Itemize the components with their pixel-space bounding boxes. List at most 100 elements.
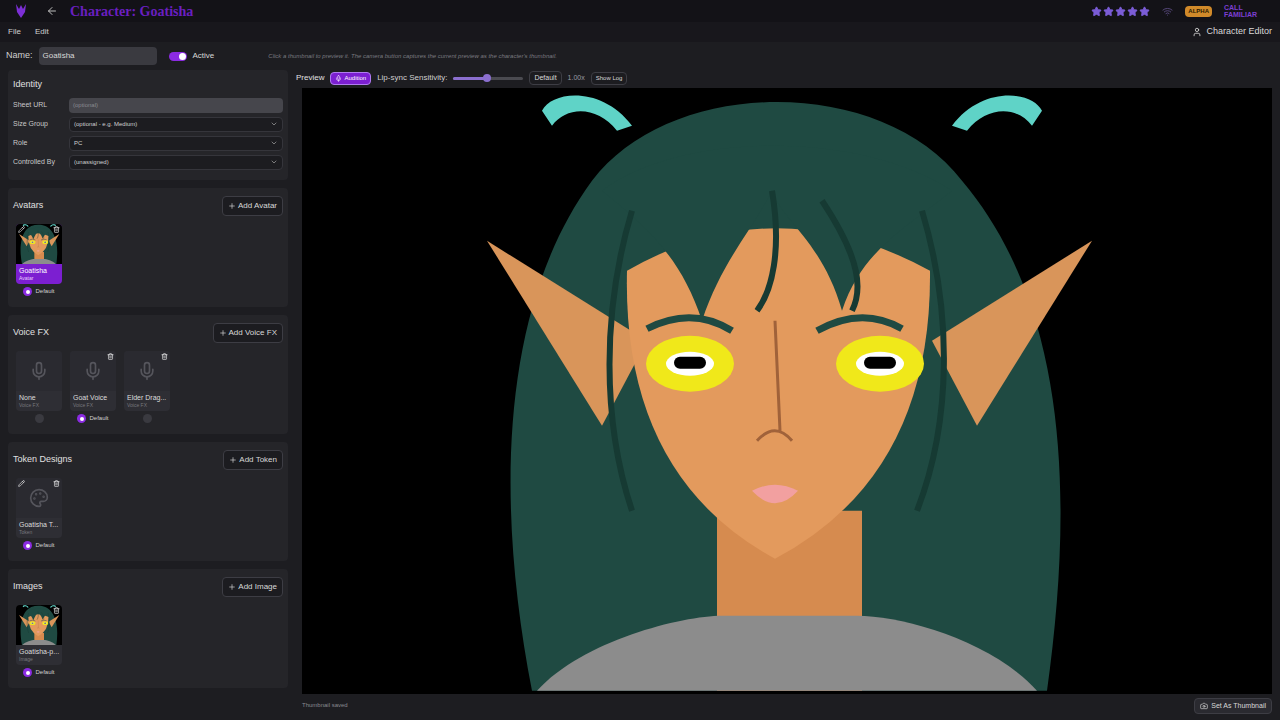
- add-button[interactable]: Add Avatar: [222, 196, 283, 216]
- add-button[interactable]: Add Image: [222, 577, 283, 597]
- delete-icon[interactable]: [161, 353, 168, 360]
- chevron-down-icon: [270, 158, 278, 166]
- star-icon: [1127, 6, 1138, 17]
- plus-icon: [229, 456, 237, 464]
- default-radio[interactable]: [35, 414, 44, 423]
- chevron-down-icon: [270, 139, 278, 147]
- default-label: Default: [35, 287, 54, 296]
- alpha-badge: ALPHA: [1185, 6, 1212, 17]
- asset-card[interactable]: Goat VoiceVoice FX Default: [70, 351, 116, 424]
- section-title: Token Designs: [13, 453, 72, 467]
- name-row: Name:GoatishaActiveClick a thumbnail to …: [0, 42, 1280, 70]
- identity-section: Identity Sheet URL(optional) Size Group(op…: [8, 70, 288, 180]
- select-field[interactable]: (unassigned): [69, 155, 283, 170]
- asset-name: Elder Drag...: [127, 393, 167, 402]
- set-thumbnail-button[interactable]: Set As Thumbnail: [1194, 698, 1272, 715]
- asset-section: Avatars Add Avatar GoatishaAvatar Default: [8, 188, 288, 307]
- asset-card[interactable]: GoatishaAvatar Default: [16, 224, 62, 297]
- section-title: Images: [13, 580, 43, 594]
- wifi-icon: [1162, 6, 1173, 17]
- default-button[interactable]: Default: [529, 71, 561, 86]
- character-portrait: [16, 605, 62, 645]
- microphone-icon: [335, 75, 342, 82]
- hint-text: Click a thumbnail to preview it. The cam…: [268, 52, 557, 61]
- app: Character: Goatisha ALPHA CALL FAMILIAR Fil…: [0, 0, 1280, 720]
- asset-name: Goatisha-p...: [19, 647, 59, 656]
- name-input[interactable]: Goatisha: [39, 47, 157, 65]
- menu-bar: File Edit Character Editor: [0, 22, 1280, 42]
- asset-type: Image: [19, 656, 59, 663]
- show-log-button[interactable]: Show Log: [591, 72, 628, 85]
- text-field[interactable]: (optional): [69, 98, 283, 113]
- window-title: Character: Goatisha: [70, 1, 193, 22]
- asset-type: Avatar: [19, 275, 59, 282]
- section-title: Avatars: [13, 199, 43, 213]
- menu-item[interactable]: Edit: [35, 26, 49, 38]
- microphone-icon: [83, 361, 103, 381]
- default-label: Default: [35, 541, 54, 550]
- default-radio[interactable]: [23, 541, 32, 550]
- back-icon[interactable]: [46, 5, 58, 17]
- section-title: Identity: [13, 78, 283, 92]
- character-portrait: [302, 88, 1272, 694]
- left-panel: Identity Sheet URL(optional) Size Group(op…: [8, 70, 288, 714]
- asset-card[interactable]: NoneVoice FX: [16, 351, 62, 424]
- delete-icon[interactable]: [107, 353, 114, 360]
- asset-section: Voice FXAdd Voice FXNoneVoice FXGoat Voi…: [8, 315, 288, 434]
- asset-type: Voice FX: [73, 402, 113, 409]
- star-icon: [1103, 6, 1114, 17]
- asset-name: Goatisha T...: [19, 520, 59, 529]
- delete-icon[interactable]: [53, 226, 60, 233]
- edit-icon[interactable]: [18, 226, 25, 233]
- preview-panel: PreviewAuditionLip-sync Sensitivity:Defa…: [296, 70, 1272, 714]
- identity-field: Sheet URL(optional): [13, 98, 283, 113]
- add-button[interactable]: Add Token: [223, 450, 283, 470]
- identity-field: Controlled By(unassigned): [13, 155, 283, 170]
- default-radio[interactable]: [23, 287, 32, 296]
- select-field[interactable]: (optional - e.g. Medium): [69, 117, 283, 132]
- add-button[interactable]: Add Voice FX: [213, 323, 283, 343]
- camera-icon: [1200, 702, 1208, 710]
- audition-button[interactable]: Audition: [330, 72, 371, 85]
- preview-toolbar: PreviewAuditionLip-sync Sensitivity:Defa…: [296, 70, 1272, 86]
- asset-name: None: [19, 393, 59, 402]
- asset-section: Images Add Image Goatisha-p...Image Default: [8, 569, 288, 688]
- star-icon: [1115, 6, 1126, 17]
- status-text: Thumbnail saved: [302, 701, 348, 710]
- default-label: Default: [89, 414, 108, 423]
- active-toggle[interactable]: [169, 52, 187, 61]
- asset-name: Goat Voice: [73, 393, 113, 402]
- delete-icon[interactable]: [53, 607, 60, 614]
- brand-label: CALL FAMILIAR: [1224, 4, 1264, 18]
- plus-icon: [219, 329, 227, 337]
- plus-icon: [228, 583, 236, 591]
- rating-stars: [1091, 6, 1150, 17]
- default-radio[interactable]: [23, 668, 32, 677]
- menu-item[interactable]: File: [8, 26, 21, 38]
- preview-footer: Thumbnail saved Set As Thumbnail: [296, 694, 1272, 715]
- edit-icon[interactable]: [18, 480, 25, 487]
- preview-canvas: [302, 88, 1272, 694]
- asset-section: Token Designs Add Token Goatisha T...Token…: [8, 442, 288, 561]
- asset-card[interactable]: Goatisha T...Token Default: [16, 478, 62, 551]
- star-icon: [1139, 6, 1150, 17]
- asset-type: Token: [19, 529, 59, 536]
- asset-card[interactable]: Elder Drag...Voice FX: [124, 351, 170, 424]
- default-label: Default: [35, 668, 54, 677]
- asset-type: Voice FX: [19, 402, 59, 409]
- title-bar: Character: Goatisha ALPHA CALL FAMILIAR: [0, 0, 1280, 22]
- chevron-down-icon: [270, 120, 278, 128]
- default-radio[interactable]: [77, 414, 86, 423]
- delete-icon[interactable]: [53, 480, 60, 487]
- user-icon: [1192, 27, 1202, 37]
- select-field[interactable]: PC: [69, 136, 283, 151]
- identity-field: Size Group(optional - e.g. Medium): [13, 117, 283, 132]
- default-radio[interactable]: [143, 414, 152, 423]
- plus-icon: [228, 202, 236, 210]
- sensitivity-slider[interactable]: [453, 77, 523, 80]
- identity-field: RolePC: [13, 136, 283, 151]
- microphone-icon: [137, 361, 157, 381]
- editor-mode[interactable]: Character Editor: [1192, 25, 1272, 39]
- asset-name: Goatisha: [19, 266, 59, 275]
- asset-card[interactable]: Goatisha-p...Image Default: [16, 605, 62, 678]
